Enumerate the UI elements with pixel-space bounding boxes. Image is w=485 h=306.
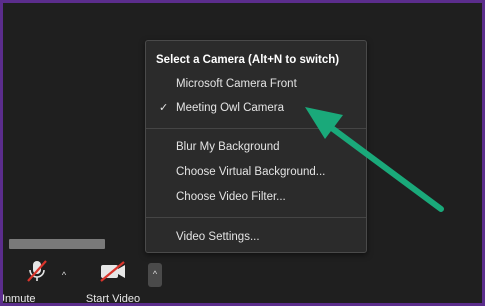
participant-name-bar [9,239,105,249]
video-filter-option[interactable]: Choose Video Filter... [176,191,286,203]
checkmark-icon: ✓ [159,102,169,114]
menu-divider [146,128,366,129]
blur-background-option[interactable]: Blur My Background [176,141,280,153]
virtual-background-option[interactable]: Choose Virtual Background... [176,166,325,178]
video-camera-off-icon [100,261,125,282]
video-settings-option[interactable]: Video Settings... [176,231,260,243]
start-video-label: Start Video [85,293,141,305]
audio-options-chevron-icon[interactable]: ^ [57,265,71,285]
meeting-window: Select a Camera (Alt+N to switch) Micros… [0,0,485,306]
camera-menu-header: Select a Camera (Alt+N to switch) [156,54,340,66]
microphone-muted-icon [27,260,47,282]
camera-option-microsoft-front[interactable]: Microsoft Camera Front [176,78,297,90]
start-video-button[interactable]: Start Video [83,251,143,303]
unmute-label: Unmute [0,293,36,305]
video-options-chevron-icon[interactable]: ^ [148,263,162,287]
camera-option-meeting-owl[interactable]: Meeting Owl Camera [176,102,284,114]
camera-menu: Select a Camera (Alt+N to switch) Micros… [145,40,367,253]
menu-divider [146,217,366,218]
meeting-toolbar: Unmute ^ Start Video ^ [0,251,203,305]
